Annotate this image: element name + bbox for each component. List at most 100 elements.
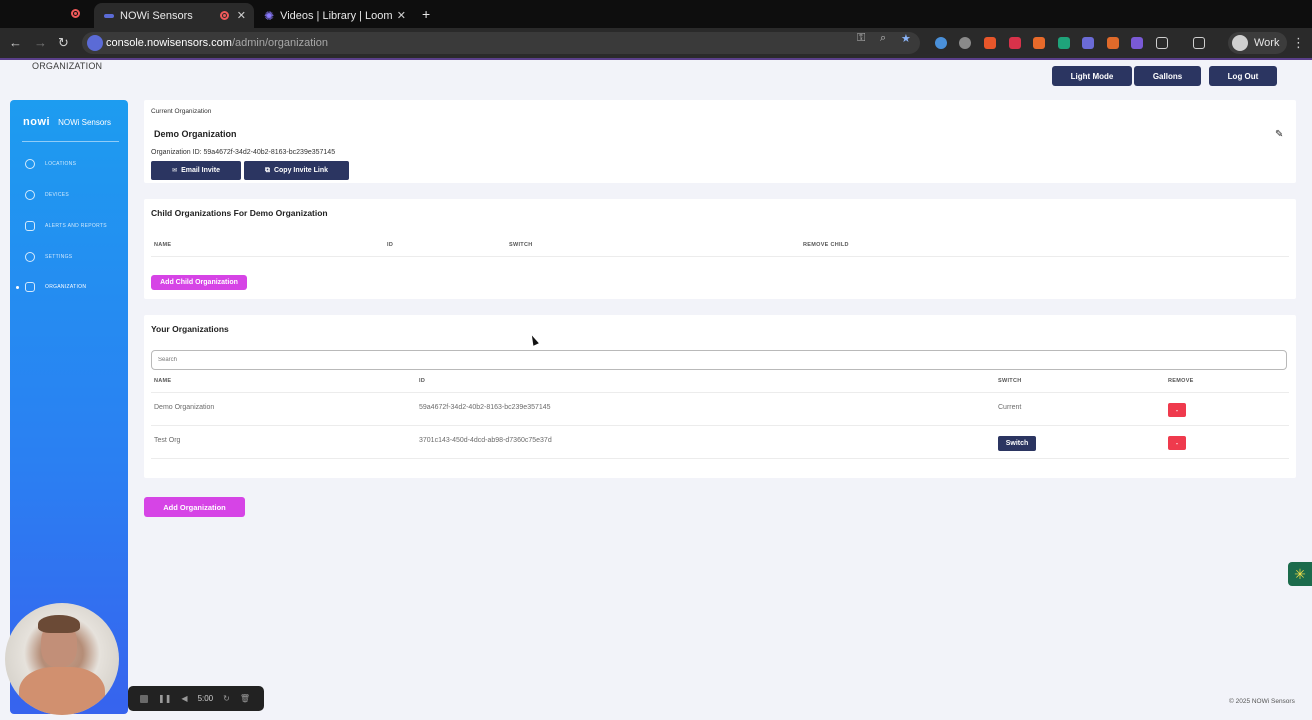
column-header-switch: SWITCH	[998, 378, 1022, 384]
pause-icon[interactable]: ❚❚	[158, 694, 171, 703]
recording-icon[interactable]	[71, 9, 80, 18]
sidebar-divider	[22, 141, 119, 142]
divider	[151, 458, 1289, 459]
sidebar-item-label: DEVICES	[45, 192, 70, 198]
key-icon[interactable]: ⚿	[857, 32, 865, 45]
sidebar-item-settings[interactable]: SETTINGS	[25, 252, 72, 262]
org-chart-icon	[25, 282, 35, 292]
column-header-id: ID	[419, 378, 426, 384]
recorder-controls: ❚❚ ◀ 5:00 ↻ 🗑	[128, 686, 264, 711]
divider	[151, 256, 1289, 257]
footer-copyright: © 2025 NOWi Sensors	[1229, 698, 1295, 705]
extension-icon[interactable]	[1131, 37, 1143, 49]
gear-icon	[25, 252, 35, 262]
column-header-remove-child: REMOVE CHILD	[803, 242, 849, 248]
remove-button[interactable]: -	[1168, 436, 1186, 450]
org-id: 3701c143-450d-4dcd-ab98-d7360c75e37d	[419, 437, 552, 444]
extension-icon[interactable]	[984, 37, 996, 49]
tab-title: NOWi Sensors	[120, 9, 193, 22]
switch-button[interactable]: Switch	[998, 436, 1036, 451]
brand-name: NOWi Sensors	[58, 117, 111, 127]
browser-menu-icon[interactable]: ⋮	[1292, 35, 1305, 51]
button-label: Copy Invite Link	[273, 167, 329, 174]
bookmark-star-icon[interactable]: ★	[901, 32, 911, 45]
close-tab-icon[interactable]: ✕	[397, 9, 406, 22]
close-tab-icon[interactable]: ✕	[237, 9, 246, 22]
sidebar-item-alerts-and-reports[interactable]: ALERTS AND REPORTS	[25, 221, 107, 231]
extension-icon[interactable]	[1009, 37, 1021, 49]
extension-icon[interactable]	[1082, 37, 1094, 49]
extension-icon[interactable]	[935, 37, 947, 49]
stop-icon[interactable]	[140, 694, 148, 703]
profile-button[interactable]: Work	[1228, 32, 1288, 54]
nowi-logo: nowi	[23, 116, 51, 128]
column-header-name: NAME	[154, 378, 172, 384]
email-invite-button[interactable]: ✉ Email Invite	[151, 161, 241, 180]
column-header-name: NAME	[154, 242, 172, 248]
column-header-switch: SWITCH	[509, 242, 533, 248]
button-label: Email Invite	[181, 167, 220, 174]
address-bar[interactable]: console.nowisensors.com/admin/organizati…	[82, 32, 920, 54]
link-icon: ⧉	[264, 166, 270, 174]
sidebar-item-label: SETTINGS	[45, 254, 73, 260]
sidebar-item-organization[interactable]: ORGANIZATION	[25, 282, 86, 292]
forward-icon[interactable]: →	[34, 35, 47, 50]
brand: nowi NOWi Sensors	[23, 116, 111, 128]
gallons-button[interactable]: Gallons	[1134, 66, 1201, 86]
tab-title: Videos | Library | Loom	[280, 9, 393, 22]
browser-tab-bar: NOWi Sensors ✕ ✺ Videos | Library | Loom…	[0, 0, 1312, 28]
side-panel-icon[interactable]	[1193, 37, 1205, 49]
logout-button[interactable]: Log Out	[1209, 66, 1277, 86]
extension-icon[interactable]	[1058, 37, 1070, 49]
current-org-name: Demo Organization	[154, 129, 237, 139]
column-header-remove: REMOVE	[1168, 378, 1194, 384]
recording-timer: 5:00	[197, 694, 214, 703]
organization-id: Organization ID: 59a4672f-34d2-40b2-8163…	[151, 149, 336, 156]
trash-icon[interactable]: 🗑	[240, 694, 250, 703]
divider	[151, 425, 1289, 426]
org-name: Demo Organization	[154, 404, 215, 411]
tab-loom[interactable]: ✺ Videos | Library | Loom ✕	[254, 3, 414, 28]
site-info-icon[interactable]	[87, 35, 103, 51]
org-id: 59a4672f-34d2-40b2-8163-bc239e357145	[419, 404, 551, 411]
active-indicator	[16, 286, 19, 289]
sidebar-item-devices[interactable]: DEVICES	[25, 190, 69, 200]
add-organization-button[interactable]: Add Organization	[144, 497, 245, 517]
remove-button[interactable]: -	[1168, 403, 1186, 417]
current-indicator: Current	[998, 404, 1022, 411]
sidebar-item-label: ORGANIZATION	[45, 284, 87, 290]
mute-icon[interactable]: ◀	[181, 694, 187, 703]
zoom-icon[interactable]: ⌕	[880, 32, 886, 45]
url-path: /admin/organization	[231, 37, 328, 49]
webcam-bubble[interactable]	[5, 603, 119, 715]
extension-icon[interactable]	[959, 37, 971, 49]
url-host: console.nowisensors.com	[106, 37, 232, 49]
org-name: Test Org	[154, 437, 181, 444]
puzzle-icon[interactable]	[1156, 37, 1168, 49]
current-org-label: Current Organization	[151, 108, 212, 115]
sparkle-widget-icon[interactable]: ✳	[1288, 562, 1312, 586]
copy-invite-link-button[interactable]: ⧉ Copy Invite Link	[244, 161, 349, 180]
reload-icon[interactable]: ↻	[58, 35, 69, 51]
edit-pencil-icon[interactable]: ✎	[1275, 129, 1283, 140]
sidebar-item-label: ALERTS AND REPORTS	[45, 223, 107, 229]
new-tab-icon[interactable]: +	[422, 6, 430, 22]
restart-icon[interactable]: ↻	[223, 694, 230, 703]
back-icon[interactable]: ←	[9, 35, 22, 50]
page-title: ORGANIZATION	[32, 61, 103, 71]
add-child-organization-button[interactable]: Add Child Organization	[151, 275, 247, 290]
search-input[interactable]	[151, 350, 1287, 370]
light-mode-button[interactable]: Light Mode	[1052, 66, 1132, 86]
person-body	[19, 667, 105, 715]
sidebar-item-locations[interactable]: LOCATIONS	[25, 159, 76, 169]
browser-toolbar: ← → ↻ console.nowisensors.com/admin/orga…	[0, 28, 1312, 58]
power-icon	[25, 190, 35, 200]
tab-nowi-sensors[interactable]: NOWi Sensors ✕	[94, 3, 254, 28]
current-org-card: Current Organization Demo Organization O…	[144, 100, 1296, 183]
extension-icon[interactable]	[1107, 37, 1119, 49]
extension-icon[interactable]	[1033, 37, 1045, 49]
location-icon	[25, 159, 35, 169]
column-header-id: ID	[387, 242, 394, 248]
your-orgs-card: Your Organizations NAME ID SWITCH REMOVE…	[144, 315, 1296, 478]
sidebar-item-label: LOCATIONS	[45, 161, 77, 167]
